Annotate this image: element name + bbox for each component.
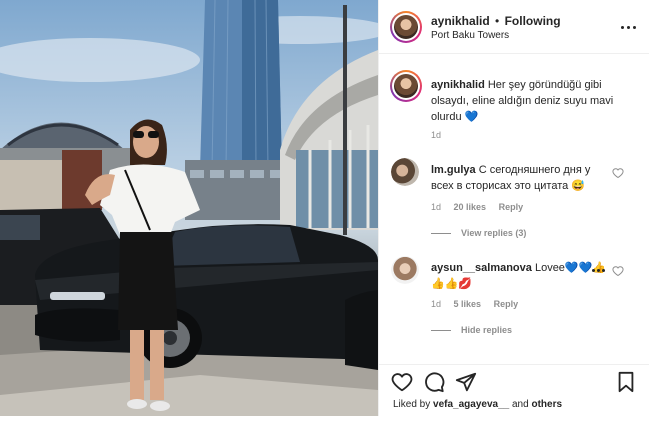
author-username[interactable]: aynikhalid — [431, 14, 490, 28]
more-options-icon[interactable] — [621, 25, 637, 31]
separator-dot: • — [495, 14, 500, 28]
comment-likes[interactable]: 5 likes — [454, 299, 482, 309]
comment-like-icon[interactable] — [612, 167, 624, 179]
comment-icon[interactable] — [423, 371, 445, 393]
hide-replies-label: Hide replies — [461, 325, 513, 335]
author-line: aynikhalid • Following — [431, 14, 561, 28]
post-photo[interactable] — [0, 0, 378, 416]
comment-time[interactable]: 1d — [431, 202, 441, 212]
comment-username[interactable]: aysun__salmanova — [431, 262, 532, 274]
comment-meta: 1d 20 likes Reply — [431, 202, 533, 212]
liked-by-others[interactable]: others — [531, 399, 562, 410]
comment-options-icon[interactable] — [592, 268, 608, 274]
commenter-avatar[interactable] — [391, 158, 419, 186]
comment-text: lm.gulya С сегодняшнего дня у всех в сто… — [431, 162, 611, 194]
following-button[interactable]: Following — [505, 14, 561, 28]
post-details-panel: aynikhalid • Following Port Baku Towers … — [378, 0, 649, 416]
comment-username[interactable]: lm.gulya — [431, 164, 476, 176]
liked-by-and: and — [509, 399, 532, 410]
location-link[interactable]: Port Baku Towers — [431, 30, 509, 41]
liked-by-prefix: Liked by — [393, 399, 434, 410]
post-actions: Liked by vefa_agayeva__ and others — [379, 364, 649, 416]
comment-likes[interactable]: 20 likes — [454, 202, 487, 212]
comment-time[interactable]: 1d — [431, 299, 441, 309]
comment-like-icon[interactable] — [612, 265, 624, 277]
photo-scene — [0, 0, 378, 416]
caption-username[interactable]: aynikhalid — [431, 79, 485, 91]
author-avatar[interactable] — [390, 11, 422, 43]
view-replies-label: View replies (3) — [461, 228, 527, 238]
caption-text: aynikhalid Her şey göründüğü gibi olsayd… — [431, 77, 631, 125]
reply-button[interactable]: Reply — [499, 202, 524, 212]
liked-by-user[interactable]: vefa_agayeva__ — [433, 399, 509, 410]
hide-replies-button[interactable]: Hide replies — [431, 325, 512, 335]
commenter-avatar[interactable] — [391, 256, 419, 284]
view-replies-button[interactable]: View replies (3) — [431, 228, 526, 238]
liked-by-line: Liked by vefa_agayeva__ and others — [393, 399, 562, 410]
comment-text: aysun__salmanova Lovee💙💙👍👍👍💋 — [431, 260, 611, 292]
reply-button[interactable]: Reply — [494, 299, 519, 309]
comment-meta: 1d 5 likes Reply — [431, 299, 528, 309]
bookmark-icon[interactable] — [615, 371, 637, 393]
share-icon[interactable] — [455, 371, 477, 393]
caption-time[interactable]: 1d — [431, 130, 441, 140]
caption-avatar[interactable] — [390, 70, 422, 102]
heart-icon[interactable] — [391, 371, 413, 393]
post-header: aynikhalid • Following Port Baku Towers — [379, 0, 649, 54]
